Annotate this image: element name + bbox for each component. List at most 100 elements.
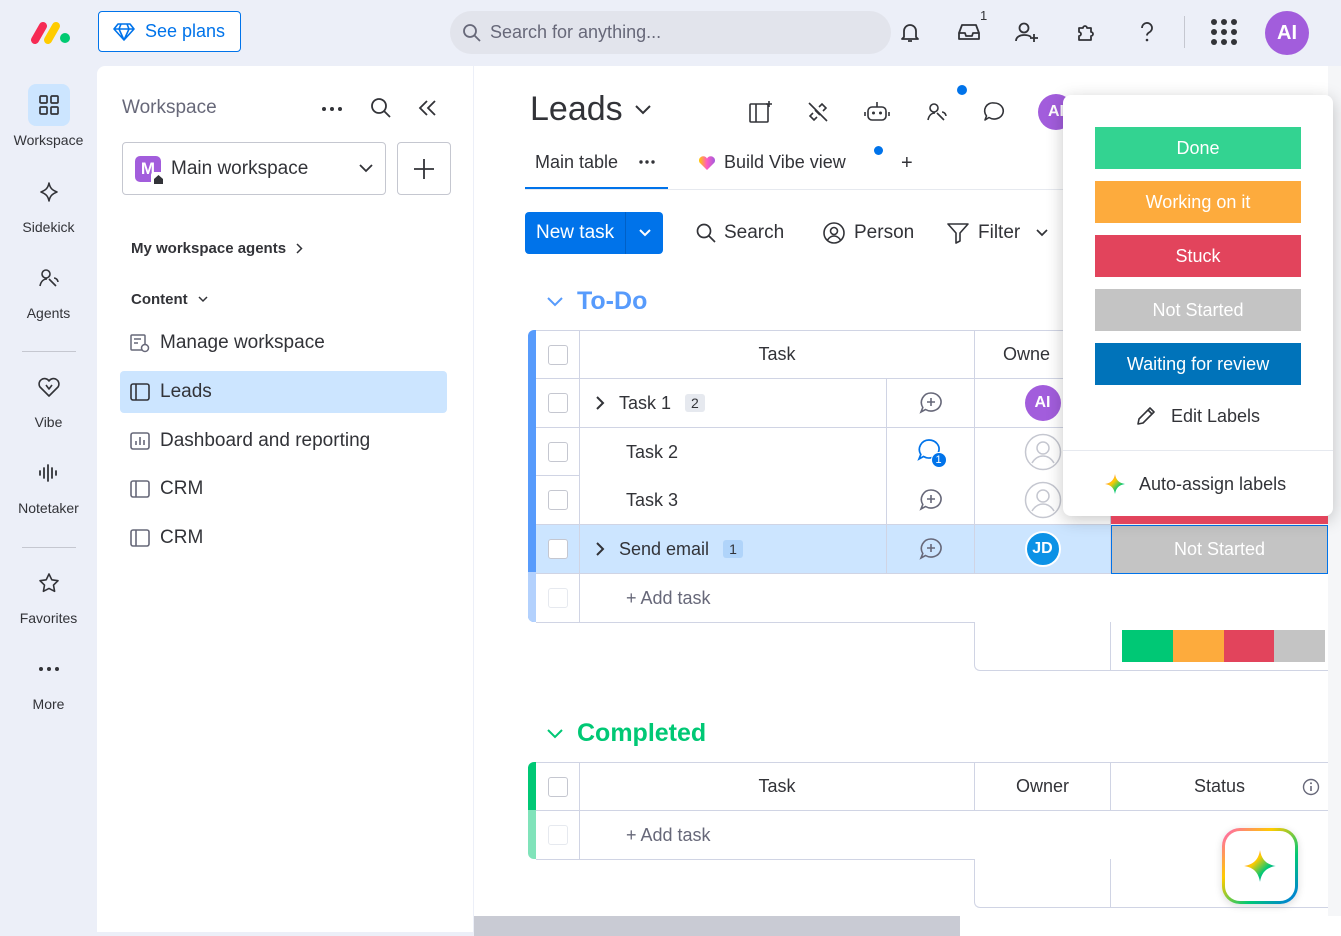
table-row-task-2[interactable]: Task 2 — [580, 428, 887, 476]
user-avatar[interactable]: AI — [1265, 11, 1309, 55]
nav-sidekick[interactable]: Sidekick — [0, 171, 97, 235]
status-summary-bar[interactable] — [1122, 630, 1325, 662]
tab-options-icon[interactable] — [639, 160, 655, 164]
workspace-dropdown[interactable]: M Main workspace — [122, 142, 386, 195]
add-update-icon[interactable] — [887, 525, 975, 574]
checkbox[interactable] — [547, 776, 568, 797]
content-section-toggle[interactable]: Content — [131, 291, 208, 308]
sidebar-item-leads[interactable]: Leads — [120, 371, 447, 413]
auto-assign-labels-button[interactable]: Auto-assign labels — [1103, 472, 1286, 496]
board-title[interactable]: Leads — [530, 90, 651, 129]
group-title-todo[interactable]: To-Do — [547, 287, 647, 316]
edit-labels-button[interactable]: Edit Labels — [1135, 405, 1260, 427]
global-search-input[interactable]: Search for anything... — [450, 11, 891, 54]
nav-more[interactable]: More — [0, 648, 97, 712]
table-row-task-3[interactable]: Task 3 — [580, 476, 887, 525]
checkbox[interactable] — [547, 490, 568, 510]
sidebar-item-manage-workspace[interactable]: Manage workspace — [120, 322, 447, 364]
sidekick-panel-icon[interactable] — [748, 100, 774, 124]
row-select-cell[interactable] — [536, 379, 580, 428]
expand-chevron-icon[interactable] — [596, 542, 605, 556]
info-icon[interactable] — [1302, 778, 1320, 796]
invite-user-icon[interactable] — [1013, 18, 1041, 46]
workspace-agents-link[interactable]: My workspace agents — [131, 240, 303, 257]
chevron-down-icon[interactable] — [547, 296, 563, 307]
status-summary-segment[interactable] — [1172, 630, 1224, 662]
search-button[interactable]: Search — [696, 212, 784, 254]
inbox-icon[interactable] — [955, 18, 983, 46]
task-name[interactable]: Task 2 — [626, 442, 678, 463]
updates-chat-icon[interactable] — [982, 100, 1006, 124]
add-view-button[interactable]: + — [901, 152, 913, 175]
ai-assistant-button[interactable] — [1222, 828, 1298, 904]
status-option-done[interactable]: Done — [1095, 127, 1301, 169]
app-grid-icon[interactable] — [1210, 18, 1238, 46]
group-title-completed[interactable]: Completed — [547, 719, 706, 748]
task-name[interactable]: Task 1 — [619, 393, 671, 414]
row-select-cell[interactable] — [536, 525, 580, 574]
agent-icon[interactable] — [924, 100, 950, 124]
sidebar-item-crm[interactable]: CRM — [120, 468, 447, 510]
nav-agents[interactable]: Agents — [0, 257, 97, 321]
sidebar-item-dashboard[interactable]: Dashboard and reporting — [120, 420, 447, 462]
integrations-icon[interactable] — [806, 100, 830, 124]
subitem-count-badge[interactable]: 1 — [723, 540, 743, 558]
status-option-working-on-it[interactable]: Working on it — [1095, 181, 1301, 223]
filter-button[interactable]: Filter — [946, 212, 1048, 254]
status-summary-segment[interactable] — [1223, 630, 1275, 662]
checkbox[interactable] — [547, 344, 568, 365]
tab-build-vibe-view[interactable]: Build Vibe view — [698, 152, 846, 173]
checkbox[interactable] — [547, 393, 568, 413]
table-row-send-email[interactable]: Send email 1 — [580, 525, 887, 574]
add-update-icon[interactable] — [887, 476, 975, 525]
apps-puzzle-icon[interactable] — [1073, 18, 1101, 46]
owner-avatar[interactable]: JD — [1024, 531, 1061, 567]
add-item-button[interactable] — [397, 142, 451, 195]
checkbox[interactable] — [547, 441, 568, 462]
tab-main-table[interactable]: Main table — [535, 152, 618, 173]
column-header-owner[interactable]: Owner — [975, 763, 1111, 811]
chevron-down-icon[interactable] — [547, 728, 563, 739]
automation-robot-icon[interactable] — [864, 100, 890, 124]
task-name[interactable]: Send email — [619, 539, 709, 560]
new-task-button[interactable]: New task — [525, 212, 663, 254]
monday-logo-icon[interactable] — [30, 18, 72, 46]
status-option-not-started[interactable]: Not Started — [1095, 289, 1301, 331]
updates-icon[interactable]: 1 — [887, 428, 975, 476]
nav-workspace[interactable]: Workspace — [0, 84, 97, 148]
person-filter-button[interactable]: Person — [822, 212, 914, 254]
column-header-task[interactable]: Task — [580, 763, 975, 811]
add-update-icon[interactable] — [887, 379, 975, 428]
row-select-cell[interactable] — [536, 428, 580, 476]
checkbox[interactable] — [547, 539, 568, 559]
column-header-task[interactable]: Task — [580, 331, 975, 379]
status-summary-segment[interactable] — [1122, 630, 1173, 662]
owner-cell[interactable]: JD — [975, 525, 1111, 574]
subitem-count-badge[interactable]: 2 — [685, 394, 705, 412]
sidebar-search-icon[interactable] — [370, 97, 392, 119]
table-row-task-1[interactable]: Task 1 2 — [580, 379, 887, 428]
collapse-sidebar-icon[interactable] — [418, 99, 438, 117]
status-cell[interactable]: Not Started — [1111, 525, 1328, 574]
status-option-stuck[interactable]: Stuck — [1095, 235, 1301, 277]
bell-icon[interactable] — [896, 18, 924, 46]
status-summary-segment[interactable] — [1274, 630, 1325, 662]
chevron-down-icon[interactable] — [1036, 229, 1048, 237]
owner-avatar[interactable]: AI — [1024, 385, 1061, 421]
status-option-waiting-for-review[interactable]: Waiting for review — [1095, 343, 1301, 385]
empty-person-icon[interactable] — [1024, 433, 1062, 471]
horizontal-scrollbar[interactable] — [474, 916, 960, 936]
nav-notetaker[interactable]: Notetaker — [0, 452, 97, 516]
select-all-cell[interactable] — [536, 763, 580, 811]
row-select-cell[interactable] — [536, 476, 580, 525]
expand-chevron-icon[interactable] — [596, 396, 605, 410]
see-plans-button[interactable]: See plans — [98, 11, 241, 52]
more-options-icon[interactable] — [321, 106, 343, 112]
empty-person-icon[interactable] — [1024, 481, 1062, 519]
chevron-down-icon[interactable] — [626, 229, 663, 237]
help-icon[interactable] — [1133, 18, 1161, 46]
sidebar-item-crm[interactable]: CRM — [120, 517, 447, 559]
column-header-status[interactable]: Status — [1111, 763, 1328, 811]
add-task-row[interactable]: + Add task — [580, 574, 1328, 623]
nav-favorites[interactable]: Favorites — [0, 562, 97, 626]
